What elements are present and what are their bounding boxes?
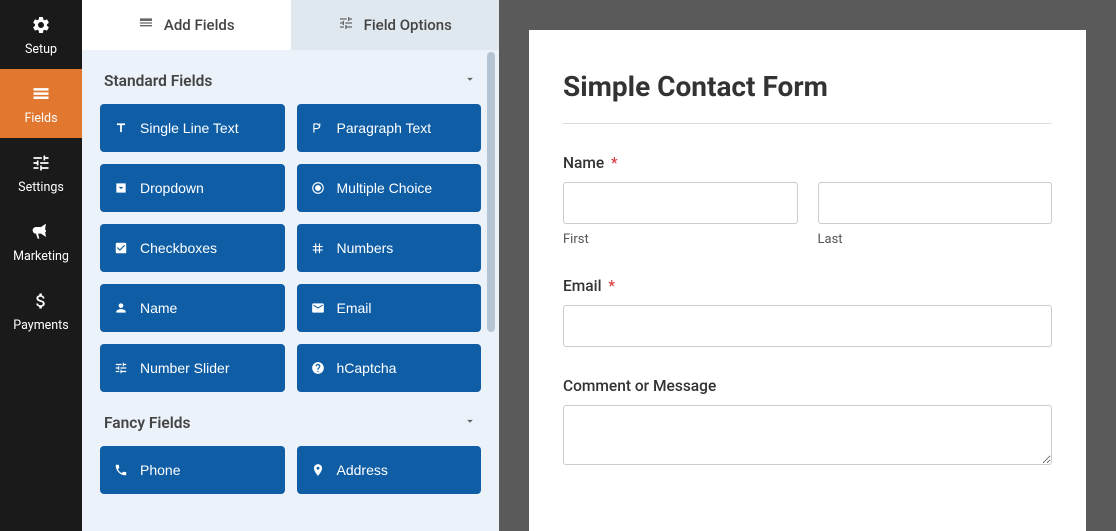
text-icon	[114, 121, 128, 135]
form-title: Simple Contact Form	[563, 70, 1052, 103]
nav-label: Marketing	[13, 249, 69, 264]
radio-icon	[311, 181, 325, 195]
field-address[interactable]: Address	[297, 446, 482, 494]
form-field-name[interactable]: Name * First Last	[563, 154, 1052, 247]
field-single-line-text[interactable]: Single Line Text	[100, 104, 285, 152]
nav-label: Fields	[24, 111, 57, 126]
fields-content: Standard Fields Single Line Text Paragra…	[82, 50, 499, 531]
add-fields-icon	[138, 15, 154, 35]
dollar-icon	[30, 290, 52, 312]
tab-label: Field Options	[364, 16, 452, 34]
scrollbar[interactable]	[487, 52, 495, 527]
field-label: Name *	[563, 154, 1052, 172]
field-paragraph-text[interactable]: Paragraph Text	[297, 104, 482, 152]
tab-field-options[interactable]: Field Options	[291, 0, 500, 50]
field-dropdown[interactable]: Dropdown	[100, 164, 285, 212]
nav-item-marketing[interactable]: Marketing	[0, 207, 82, 276]
field-label: hCaptcha	[337, 360, 397, 376]
form-canvas: Simple Contact Form Name * First Last	[499, 0, 1116, 531]
fields-tabs: Add Fields Field Options	[82, 0, 499, 50]
field-label: Name	[140, 300, 177, 316]
chevron-down-icon	[463, 414, 477, 432]
nav-item-payments[interactable]: Payments	[0, 276, 82, 345]
sub-label: Last	[818, 232, 1053, 247]
sub-label: First	[563, 232, 798, 247]
help-icon	[311, 361, 325, 375]
dropdown-icon	[114, 181, 128, 195]
tab-add-fields[interactable]: Add Fields	[82, 0, 291, 50]
message-textarea[interactable]	[563, 405, 1052, 465]
sliders-icon	[114, 361, 128, 375]
hash-icon	[311, 241, 325, 255]
checkbox-icon	[114, 241, 128, 255]
section-title: Standard Fields	[104, 72, 212, 90]
form-field-email[interactable]: Email *	[563, 277, 1052, 347]
field-label: Single Line Text	[140, 120, 239, 136]
field-label: Dropdown	[140, 180, 204, 196]
form-icon	[30, 83, 52, 105]
field-label: Address	[337, 462, 388, 478]
paragraph-icon	[311, 121, 325, 135]
field-label: Numbers	[337, 240, 394, 256]
form-preview: Simple Contact Form Name * First Last	[529, 30, 1086, 531]
first-name-input[interactable]	[563, 182, 798, 224]
field-label: Paragraph Text	[337, 120, 432, 136]
section-fancy-fields[interactable]: Fancy Fields	[100, 392, 481, 446]
field-multiple-choice[interactable]: Multiple Choice	[297, 164, 482, 212]
gear-icon	[30, 14, 52, 36]
envelope-icon	[311, 301, 325, 315]
required-mark: *	[611, 154, 618, 172]
field-label: Phone	[140, 462, 180, 478]
fields-panel: Add Fields Field Options Standard Fields…	[82, 0, 499, 531]
email-input[interactable]	[563, 305, 1052, 347]
options-icon	[338, 15, 354, 35]
divider	[563, 123, 1052, 124]
field-number-slider[interactable]: Number Slider	[100, 344, 285, 392]
sliders-icon	[30, 152, 52, 174]
field-phone[interactable]: Phone	[100, 446, 285, 494]
field-checkboxes[interactable]: Checkboxes	[100, 224, 285, 272]
form-field-message[interactable]: Comment or Message	[563, 377, 1052, 469]
field-label: Multiple Choice	[337, 180, 433, 196]
nav-item-fields[interactable]: Fields	[0, 69, 82, 138]
last-name-input[interactable]	[818, 182, 1053, 224]
field-hcaptcha[interactable]: hCaptcha	[297, 344, 482, 392]
field-label: Comment or Message	[563, 377, 1052, 395]
field-email[interactable]: Email	[297, 284, 482, 332]
user-icon	[114, 301, 128, 315]
field-label: Email *	[563, 277, 1052, 295]
bullhorn-icon	[30, 221, 52, 243]
field-label: Number Slider	[140, 360, 229, 376]
section-title: Fancy Fields	[104, 414, 191, 432]
field-numbers[interactable]: Numbers	[297, 224, 482, 272]
field-label: Checkboxes	[140, 240, 217, 256]
nav-sidebar: Setup Fields Settings Marketing Payments	[0, 0, 82, 531]
nav-item-settings[interactable]: Settings	[0, 138, 82, 207]
nav-label: Payments	[13, 318, 68, 333]
nav-label: Setup	[25, 42, 57, 57]
required-mark: *	[608, 277, 615, 295]
chevron-down-icon	[463, 72, 477, 90]
field-name[interactable]: Name	[100, 284, 285, 332]
nav-label: Settings	[18, 180, 64, 195]
nav-item-setup[interactable]: Setup	[0, 0, 82, 69]
section-standard-fields[interactable]: Standard Fields	[100, 50, 481, 104]
pin-icon	[311, 463, 325, 477]
field-label: Email	[337, 300, 372, 316]
phone-icon	[114, 463, 128, 477]
tab-label: Add Fields	[164, 16, 235, 34]
